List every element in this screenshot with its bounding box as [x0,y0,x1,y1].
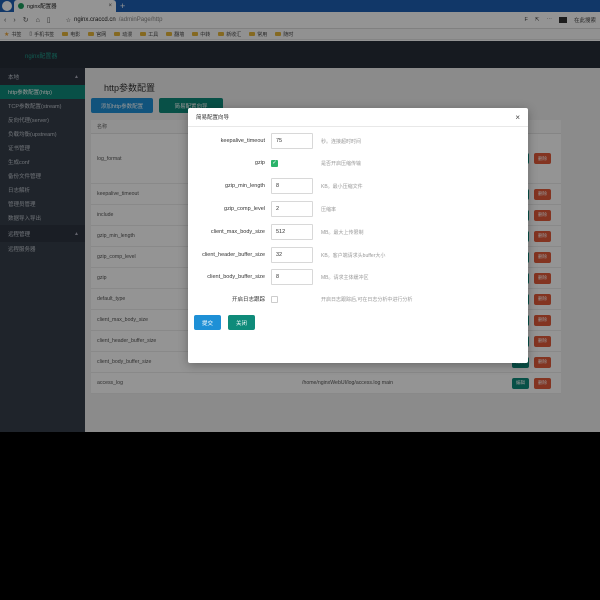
field-label: 开启日志跟踪 [231,297,265,303]
field-label: client_body_buffer_size [207,274,265,280]
field-gzip: gzip ✓ 是否开启压缩传输 [188,155,528,171]
field-label: client_header_buffer_size [202,252,265,258]
field-label: client_max_body_size [210,229,265,235]
field-label: gzip_comp_level [224,206,265,212]
log-tracking-checkbox[interactable] [271,295,278,303]
field-hint: KB。客户端请求头buffer大小 [321,252,386,259]
browser-window: nginx配置器 × + ‹ › ↻ ⌂ ▯ ☆ nginx.craccd.cn… [0,0,600,432]
wizard-dialog: 简易配置向导 × keepalive_timeout 75 秒。连接超时时间 g… [188,108,528,363]
client-header-buffer-size-input[interactable]: 32 [271,247,313,263]
dialog-title: 简易配置向导 [196,115,230,121]
client-max-body-size-input[interactable]: 512 [271,224,313,240]
field-gzip-comp-level: gzip_comp_level 2 压缩率 [188,201,528,217]
field-hint: 压缩率 [321,206,337,213]
field-keepalive-timeout: keepalive_timeout 75 秒。连接超时时间 [188,133,528,149]
submit-button[interactable]: 提交 [194,315,221,330]
dialog-header: 简易配置向导 × [188,108,528,127]
field-hint: MB。最大上传限制 [321,229,364,236]
field-client-body-buffer-size: client_body_buffer_size 8 MB。请求主体缓冲区 [188,269,528,285]
field-hint: 秒。连接超时时间 [321,138,362,145]
field-hint: MB。请求主体缓冲区 [321,274,369,281]
close-icon[interactable]: × [515,113,520,122]
gzip-min-length-input[interactable]: 8 [271,178,313,194]
field-label: gzip [254,160,265,166]
field-hint: 是否开启压缩传输 [321,160,362,167]
keepalive-timeout-input[interactable]: 75 [271,133,313,149]
field-hint: KB。最小压缩文件 [321,183,363,190]
gzip-checkbox[interactable]: ✓ [271,159,278,167]
field-client-header-buffer-size: client_header_buffer_size 32 KB。客户端请求头bu… [188,247,528,263]
gzip-comp-level-input[interactable]: 2 [271,201,313,217]
field-log-tracking: 开启日志跟踪 开启日志跟踪后,可在日志分析中进行分析 [188,291,528,307]
field-label: gzip_min_length [224,183,265,189]
field-client-max-body-size: client_max_body_size 512 MB。最大上传限制 [188,224,528,240]
close-button[interactable]: 关闭 [228,315,255,330]
field-hint: 开启日志跟踪后,可在日志分析中进行分析 [321,296,413,303]
client-body-buffer-size-input[interactable]: 8 [271,269,313,285]
field-gzip-min-length: gzip_min_length 8 KB。最小压缩文件 [188,178,528,194]
field-label: keepalive_timeout [220,138,265,144]
